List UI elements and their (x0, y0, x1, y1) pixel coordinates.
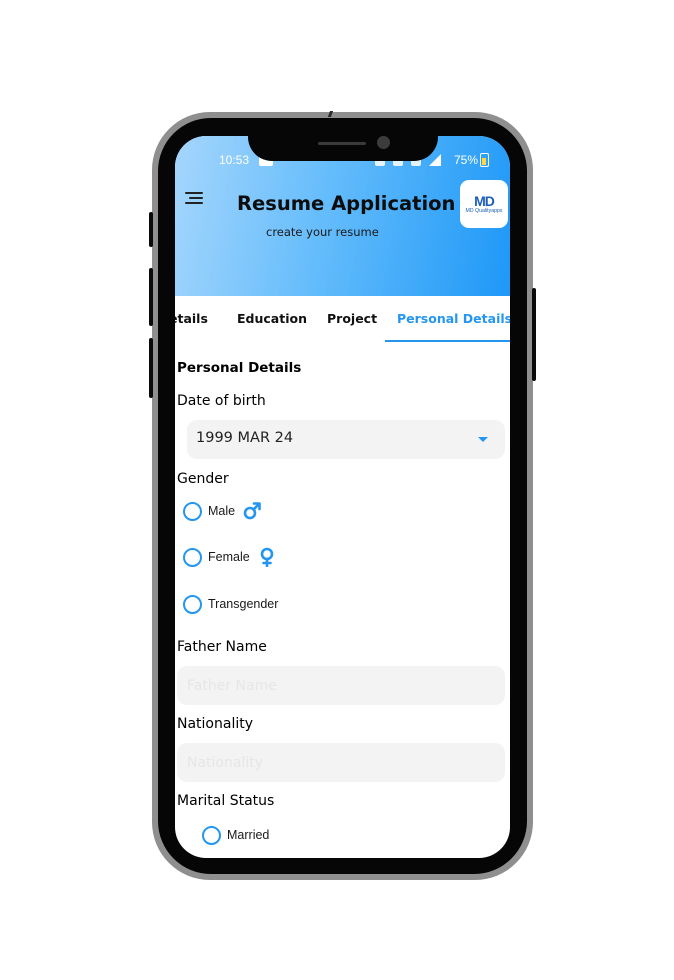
gender-option-male[interactable]: Male (183, 500, 261, 522)
tab-indicator (385, 340, 510, 342)
app-title: Resume Application (237, 192, 456, 215)
father-name-label: Father Name (177, 639, 267, 655)
radio-male[interactable] (183, 501, 202, 521)
status-time: 10:53 (219, 153, 250, 167)
marital-status-label: Marital Status (177, 793, 275, 809)
gender-label: Gender (177, 471, 229, 487)
phone-speaker (318, 142, 366, 145)
radio-transgender[interactable] (183, 594, 202, 614)
dropdown-arrow-icon (478, 437, 488, 442)
battery-percent: 75% (454, 153, 479, 167)
phone-notch (248, 118, 438, 161)
nationality-input[interactable] (177, 743, 505, 782)
gender-transgender-label: Transgender (208, 597, 279, 611)
dob-value: 1999 MAR 24 (196, 430, 294, 446)
tab-project[interactable]: Project (327, 311, 377, 326)
marital-married-label: Married (227, 828, 270, 842)
menu-icon[interactable] (185, 191, 205, 205)
radio-female[interactable] (183, 547, 202, 567)
gender-option-transgender[interactable]: Transgender (183, 593, 278, 615)
app-logo: MD MD Qualityapps (460, 180, 508, 228)
gender-male-label: Male (208, 504, 236, 518)
section-title: Personal Details (177, 360, 302, 376)
radio-married[interactable] (202, 825, 221, 845)
silent-switch (149, 212, 153, 247)
gender-option-female[interactable]: Female (183, 546, 276, 568)
signal-icon (429, 154, 441, 166)
volume-up-button (149, 268, 153, 326)
dob-label: Date of birth (177, 393, 266, 409)
app-subtitle: create your resume (266, 225, 379, 239)
female-icon (260, 547, 273, 567)
front-camera (377, 136, 390, 149)
tab-contact-details[interactable]: etails (175, 311, 208, 326)
tab-education[interactable]: Education (237, 311, 307, 326)
logo-mark: MD (474, 192, 495, 209)
nationality-label: Nationality (177, 716, 254, 732)
tab-personal-details[interactable]: Personal Details (397, 311, 510, 326)
logo-text: MD Qualityapps (465, 207, 503, 214)
battery-icon (480, 153, 489, 167)
gender-female-label: Female (208, 550, 250, 564)
volume-down-button (149, 338, 153, 398)
app-screen: 10:53 75% Resume Application create your… (175, 136, 510, 858)
marital-option-married[interactable]: Married (202, 824, 269, 846)
dob-dropdown[interactable]: 1999 MAR 24 (187, 420, 505, 459)
male-icon (243, 502, 261, 520)
power-button (532, 288, 536, 381)
tab-bar: etails Education Project Personal Detail… (175, 296, 510, 344)
father-name-input[interactable] (177, 666, 505, 705)
